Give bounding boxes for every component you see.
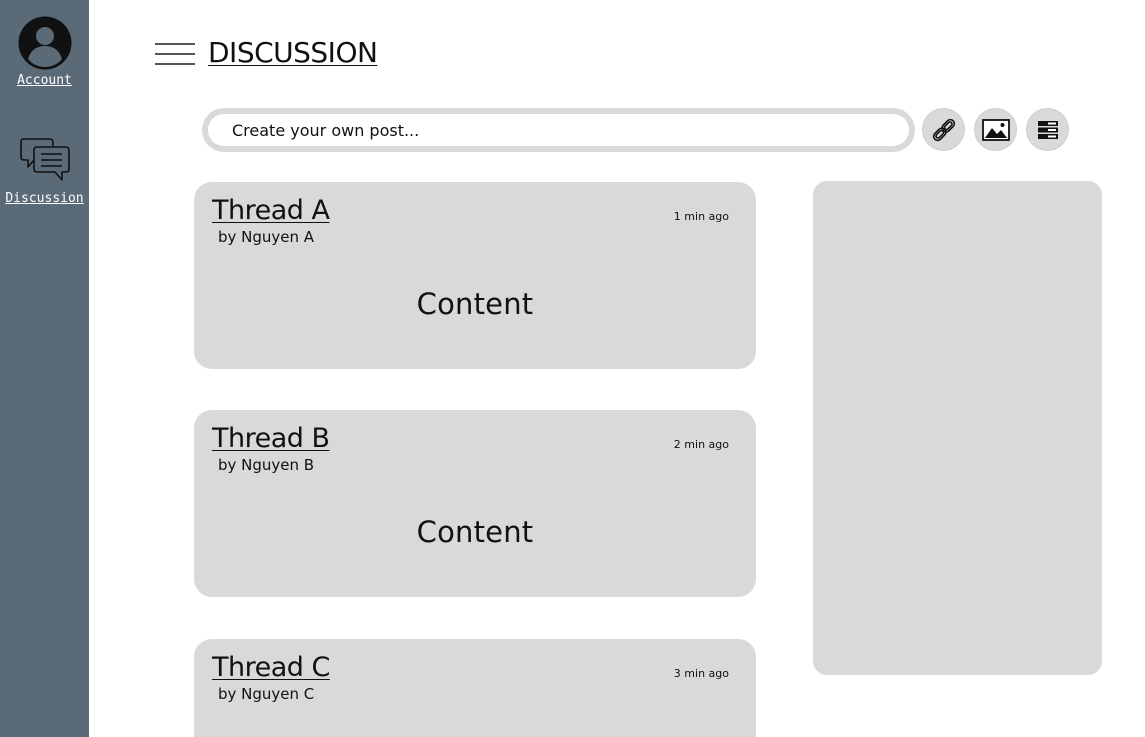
thread-content: Content bbox=[416, 515, 534, 549]
menu-line bbox=[155, 63, 195, 65]
sidebar-item-discussion[interactable]: Discussion bbox=[0, 136, 89, 207]
thread-timestamp: 3 min ago bbox=[673, 667, 729, 680]
thread-card[interactable]: Thread B by Nguyen B 2 min ago Content bbox=[194, 410, 756, 597]
side-panel bbox=[813, 181, 1102, 675]
thread-author: by Nguyen A bbox=[218, 228, 315, 246]
hamburger-menu-icon[interactable] bbox=[155, 41, 195, 67]
format-icon bbox=[1037, 120, 1058, 139]
thread-timestamp: 1 min ago bbox=[673, 210, 729, 223]
create-post-field bbox=[202, 108, 915, 152]
thread-content: Content bbox=[416, 287, 534, 321]
thread-card[interactable]: Thread C by Nguyen C 3 min ago bbox=[194, 639, 756, 737]
attach-image-button[interactable] bbox=[974, 108, 1017, 151]
sidebar-item-account-label[interactable]: Account bbox=[17, 73, 72, 89]
thread-author: by Nguyen C bbox=[218, 685, 315, 703]
sidebar-item-discussion-label[interactable]: Discussion bbox=[5, 191, 83, 207]
sidebar: Account Discussion bbox=[0, 0, 89, 737]
attach-link-button[interactable] bbox=[922, 108, 965, 151]
thread-title[interactable]: Thread C bbox=[212, 651, 330, 685]
link-icon bbox=[932, 118, 955, 141]
menu-line bbox=[155, 43, 195, 45]
create-post-input[interactable] bbox=[208, 114, 909, 146]
image-icon bbox=[981, 118, 1010, 141]
thread-author: by Nguyen B bbox=[218, 456, 315, 474]
thread-title[interactable]: Thread B bbox=[212, 422, 330, 456]
sidebar-item-account[interactable]: Account bbox=[0, 16, 89, 89]
page-title: DISCUSSION bbox=[208, 36, 378, 69]
menu-line bbox=[155, 53, 195, 55]
thread-timestamp: 2 min ago bbox=[673, 438, 729, 451]
thread-title[interactable]: Thread A bbox=[212, 194, 330, 228]
thread-card[interactable]: Thread A by Nguyen A 1 min ago Content bbox=[194, 182, 756, 369]
format-options-button[interactable] bbox=[1026, 108, 1069, 151]
account-icon bbox=[18, 16, 71, 70]
discussion-icon bbox=[19, 138, 70, 181]
